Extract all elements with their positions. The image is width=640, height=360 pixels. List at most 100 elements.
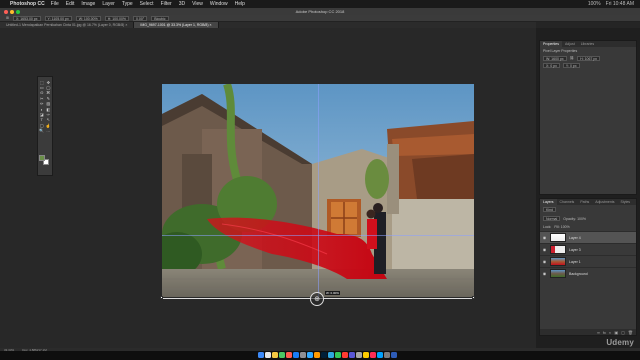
transform-handle-right[interactable] [472,296,475,299]
dock-app-icon[interactable] [307,352,313,358]
visibility-eye-icon[interactable]: ◉ [542,235,547,240]
layer-row[interactable]: ◉ Layer 4 [540,231,636,243]
color-swatches [39,155,51,167]
dock-app-icon[interactable] [363,352,369,358]
dock-app-icon[interactable] [293,352,299,358]
dock-app-icon[interactable] [300,352,306,358]
menu-image[interactable]: Image [81,1,95,7]
layer-row[interactable]: ◉ Layer 1 [540,255,636,267]
lock-label: Lock: [543,225,552,229]
layer-name[interactable]: Background [569,272,636,276]
delete-layer-icon[interactable]: 🗑 [628,330,633,335]
tab-paths[interactable]: Paths [577,199,592,205]
link-layers-icon[interactable]: ∞ [597,330,600,335]
new-layer-icon[interactable]: ▢ [621,330,625,335]
width-field[interactable]: W: 100.00% [75,15,101,21]
properties-height-field[interactable]: H: 1067 px [577,56,601,61]
link-icon[interactable]: ⛓ [570,56,574,61]
properties-panel: Properties Adjust Libraries Pixel Layer … [539,40,637,195]
tab-channels[interactable]: Channels [557,199,578,205]
dock-app-icon[interactable] [314,352,320,358]
dock-app-icon[interactable] [258,352,264,358]
mac-dock [0,351,640,360]
x-field[interactable]: X: 1653.00 px [12,15,41,21]
menu-select[interactable]: Select [140,1,154,7]
menu-type[interactable]: Type [122,1,133,7]
dock-app-icon[interactable] [286,352,292,358]
dock-app-icon[interactable] [265,352,271,358]
tab-styles[interactable]: Styles [618,199,634,205]
visibility-eye-icon[interactable]: ◉ [542,247,547,252]
dock-app-icon[interactable] [328,352,334,358]
tool-18-icon[interactable]: 🔍 [39,129,45,134]
dock-app-icon[interactable] [349,352,355,358]
dock-app-icon[interactable] [384,352,390,358]
dock-app-icon[interactable] [279,352,285,358]
visibility-eye-icon[interactable]: ◉ [542,259,547,264]
visibility-eye-icon[interactable]: ◉ [542,271,547,276]
udemy-watermark: Udemy [606,338,634,347]
properties-y-field[interactable]: Y: 0 px [562,63,580,68]
tab-layers[interactable]: Layers [540,199,557,205]
blend-mode-select[interactable]: Normal [543,216,561,221]
menu-view[interactable]: View [192,1,203,7]
tab-properties[interactable]: Properties [540,41,562,47]
tab-libraries[interactable]: Libraries [578,41,597,47]
layer-kind-filter[interactable]: Kind [543,207,557,212]
dock-app-icon[interactable] [342,352,348,358]
layer-mask-icon[interactable]: ▣ [614,330,618,335]
foreground-color-swatch[interactable] [39,155,45,161]
layers-tabs: Layers Channels Paths Adjustments Styles [540,199,636,205]
window-titlebar: Adobe Photoshop CC 2018 [0,8,640,15]
properties-subtitle: Pixel Layer Properties [543,49,578,53]
layer-list: ◉ Layer 4 ◉ Layer 3 ◉ Layer 1 ◉ Background [540,231,636,279]
dock-app-icon[interactable] [335,352,341,358]
app-menu[interactable]: Photoshop CC [10,1,45,7]
layer-row[interactable]: ◉ Layer 3 [540,243,636,255]
adjustment-layer-icon[interactable]: ◐ [609,330,611,335]
right-panel-dock: Properties Adjust Libraries Pixel Layer … [536,28,640,348]
battery-status[interactable]: 100% [588,1,601,7]
layer-name[interactable]: Layer 3 [569,248,636,252]
properties-x-field[interactable]: X: 0 px [543,63,560,68]
layer-name[interactable]: Layer 1 [569,260,636,264]
layer-thumbnail [550,245,566,254]
menu-layer[interactable]: Layer [102,1,115,7]
transform-handle-left[interactable] [160,296,163,299]
menu-file[interactable]: File [51,1,59,7]
layer-style-icon[interactable]: fx [603,330,606,335]
vertical-guide[interactable] [318,84,319,297]
y-field[interactable]: Y: 1105.00 px [44,15,72,21]
menu-edit[interactable]: Edit [66,1,75,7]
menu-help[interactable]: Help [235,1,245,7]
angle-field[interactable]: 0.00° [133,15,148,21]
photoshop-screen: Photoshop CC File Edit Image Layer Type … [0,0,640,360]
tab-adjustments[interactable]: Adjustments [592,199,617,205]
interpolation-select[interactable]: Bicubic [151,15,169,21]
layers-panel: Layers Channels Paths Adjustments Styles… [539,198,637,336]
transform-icon[interactable]: ⊞ [6,16,9,20]
properties-width-field[interactable]: W: 1600 px [543,56,567,61]
transform-tooltip: W: 0.00% [325,291,340,295]
dock-app-icon[interactable] [356,352,362,358]
properties-size-row: W: 1600 px ⛓ H: 1067 px [540,55,636,62]
menu-3d[interactable]: 3D [179,1,185,7]
height-field[interactable]: H: 100.00% [104,15,130,21]
dock-app-icon[interactable] [391,352,397,358]
dock-app-icon[interactable] [272,352,278,358]
dock-app-icon[interactable] [321,352,327,358]
mac-menubar: Photoshop CC File Edit Image Layer Type … [0,0,640,8]
menu-filter[interactable]: Filter [161,1,172,7]
menu-window[interactable]: Window [210,1,228,7]
opacity-field[interactable]: Opacity: 100% [563,217,586,221]
properties-position-row: X: 0 px Y: 0 px [540,62,636,69]
layer-name[interactable]: Layer 4 [569,236,636,240]
tab-adjust[interactable]: Adjust [562,41,578,47]
layer-row[interactable]: ◉ Background [540,267,636,279]
fill-field[interactable]: Fill: 100% [554,225,569,229]
layer-blend-row: Normal Opacity: 100% [540,214,636,223]
dock-app-icon[interactable] [377,352,383,358]
tool-19-icon[interactable]: … [46,129,52,134]
clock[interactable]: Fri 10:48 AM [606,1,634,7]
dock-app-icon[interactable] [370,352,376,358]
